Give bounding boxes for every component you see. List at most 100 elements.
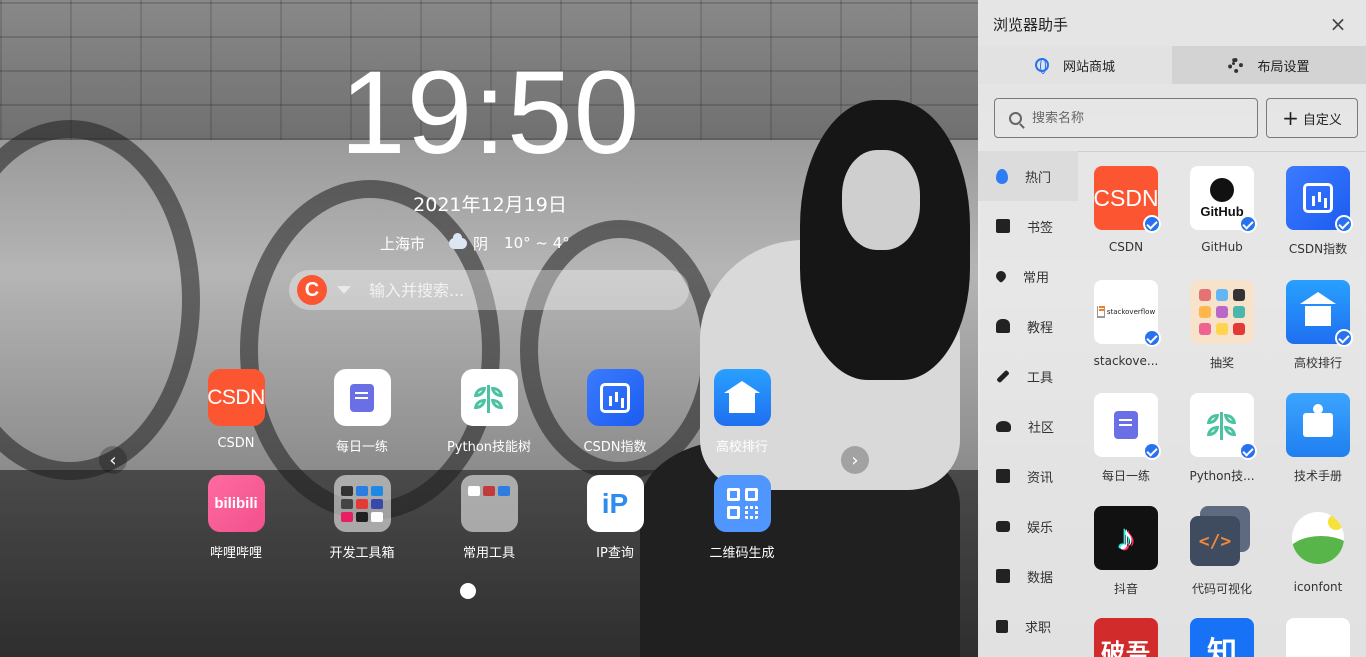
site-card-github[interactable]: GitHub GitHub <box>1177 166 1267 254</box>
site-label: iconfont <box>1293 580 1343 594</box>
qrcode-icon <box>713 475 771 532</box>
app-label: 常用工具 <box>462 546 515 561</box>
app-label: 每日一练 <box>335 440 388 455</box>
tab-site-store[interactable]: 网站商城 <box>978 46 1172 84</box>
site-label: 高校排行 <box>1293 356 1342 370</box>
site-label: Python技... <box>1189 469 1255 483</box>
check-icon <box>1143 329 1161 347</box>
common-tools-folder-icon <box>460 475 518 532</box>
heart-icon <box>993 268 1009 284</box>
site-search-field[interactable] <box>994 98 1258 138</box>
category-bookmarks[interactable]: 书签 <box>978 201 1078 251</box>
csdn-logo-icon: CSDN <box>207 369 265 426</box>
person-figure <box>842 150 920 250</box>
category-tools[interactable]: 工具 <box>978 351 1078 401</box>
close-icon[interactable]: × <box>1328 14 1348 34</box>
app-university-rank[interactable]: 高校排行 <box>682 369 802 455</box>
search-engine-icon[interactable]: C <box>297 275 327 305</box>
globe-icon <box>1034 58 1049 74</box>
tab-label: 网站商城 <box>1062 59 1115 75</box>
csdn-index-icon <box>586 369 644 426</box>
site-card-csdn-index[interactable]: CSDN指数 <box>1273 166 1363 257</box>
tab-layout-settings[interactable]: 布局设置 <box>1172 46 1366 84</box>
bookmark-icon <box>996 219 1010 233</box>
site-label: CSDN <box>1108 240 1144 254</box>
check-icon <box>1143 442 1161 460</box>
category-label: 书签 <box>1027 220 1054 236</box>
app-csdn[interactable]: CSDN CSDN <box>176 369 296 451</box>
category-label: 工具 <box>1027 370 1054 386</box>
site-card-daily-practice[interactable]: 每日一练 <box>1081 393 1171 484</box>
app-dev-toolbox[interactable]: 开发工具箱 <box>302 475 422 561</box>
site-label: 抽奖 <box>1209 356 1234 370</box>
job-icon <box>996 619 1008 633</box>
fire-icon <box>996 168 1008 184</box>
search-input[interactable] <box>369 280 669 300</box>
app-ip-query[interactable]: iP IP查询 <box>555 475 675 561</box>
site-card-stackoverflow[interactable]: stackoverflow stackove... <box>1081 280 1171 368</box>
category-community[interactable]: 社区 <box>978 401 1078 451</box>
category-entertainment[interactable]: 娱乐 <box>978 501 1078 551</box>
app-common-tools[interactable]: 常用工具 <box>429 475 549 561</box>
plus-icon: + <box>1282 106 1299 130</box>
category-label: 热门 <box>1025 170 1052 186</box>
app-daily-practice[interactable]: 每日一练 <box>302 369 422 455</box>
page-indicator-dot[interactable] <box>460 583 476 599</box>
site-icon <box>1286 618 1350 657</box>
people-icon <box>996 420 1011 432</box>
check-icon <box>1239 215 1257 233</box>
category-jobs[interactable]: 求职 <box>978 601 1078 651</box>
site-label: GitHub <box>1201 240 1243 254</box>
panel-tabs: 网站商城 布局设置 <box>978 46 1366 84</box>
category-data[interactable]: 数据 <box>978 551 1078 601</box>
site-card-unknown[interactable] <box>1273 618 1363 657</box>
site-card-tech-manual[interactable]: 技术手册 <box>1273 393 1363 484</box>
site-label: 抖音 <box>1113 582 1138 596</box>
site-card-code-visualizer[interactable]: </> 代码可视化 <box>1177 506 1267 597</box>
video-icon <box>996 520 1010 532</box>
iconfont-icon <box>1286 506 1350 570</box>
category-favorites[interactable]: 常用 <box>978 251 1078 301</box>
site-card-lottery[interactable]: 抽奖 <box>1177 280 1267 371</box>
gear-icon <box>1228 57 1244 73</box>
site-card-csdn[interactable]: CSDN CSDN <box>1081 166 1171 254</box>
app-qrcode[interactable]: 二维码生成 <box>682 475 802 561</box>
panel-title: 浏览器助手 <box>993 16 1069 34</box>
weather-widget[interactable]: 上海市 阴 10° ~ 4° <box>380 232 610 254</box>
site-card-pojie[interactable]: 破吾 <box>1081 618 1171 657</box>
app-bilibili[interactable]: bilibili 哔哩哔哩 <box>176 475 296 561</box>
site-card-python-skill-tree[interactable]: Python技... <box>1177 393 1267 484</box>
category-label: 资讯 <box>1027 470 1054 486</box>
site-card-douyin[interactable]: ♪ 抖音 <box>1081 506 1171 597</box>
chart-icon <box>996 569 1010 583</box>
weather-temperature: 10° ~ 4° <box>504 234 570 252</box>
bilibili-icon: bilibili <box>207 475 265 532</box>
site-card-iconfont[interactable]: iconfont <box>1273 506 1363 594</box>
category-label: 社区 <box>1028 420 1055 436</box>
category-label: 娱乐 <box>1027 520 1054 536</box>
clock-time: 19:50 <box>340 47 641 179</box>
douyin-icon: ♪ <box>1094 506 1158 570</box>
dev-toolbox-folder-icon <box>333 475 391 532</box>
add-custom-button[interactable]: + 自定义 <box>1266 98 1358 138</box>
prev-page-button[interactable]: ‹ <box>99 446 127 474</box>
skill-tree-icon <box>460 369 518 426</box>
next-page-button[interactable]: › <box>841 446 869 474</box>
category-hot[interactable]: 热门 <box>978 151 1078 201</box>
app-csdn-index[interactable]: CSDN指数 <box>555 369 675 455</box>
graffiti-stroke <box>240 180 500 520</box>
category-tutorials[interactable]: 教程 <box>978 301 1078 351</box>
site-card-university-rank[interactable]: 高校排行 <box>1273 280 1363 371</box>
check-icon <box>1335 329 1353 347</box>
category-news[interactable]: 资讯 <box>978 451 1078 501</box>
clock-date: 2021年12月19日 <box>413 194 567 216</box>
app-label: CSDN <box>217 436 255 451</box>
site-search-input[interactable] <box>1032 110 1232 126</box>
app-label: Python技能树 <box>446 440 532 455</box>
add-custom-label: 自定义 <box>1302 112 1342 128</box>
site-label: CSDN指数 <box>1288 242 1348 256</box>
code-icon: </> <box>1190 506 1254 570</box>
site-card-zhihu[interactable]: 知 <box>1177 618 1267 657</box>
chevron-down-icon[interactable] <box>337 286 351 294</box>
app-python-skill-tree[interactable]: Python技能树 <box>429 369 549 455</box>
